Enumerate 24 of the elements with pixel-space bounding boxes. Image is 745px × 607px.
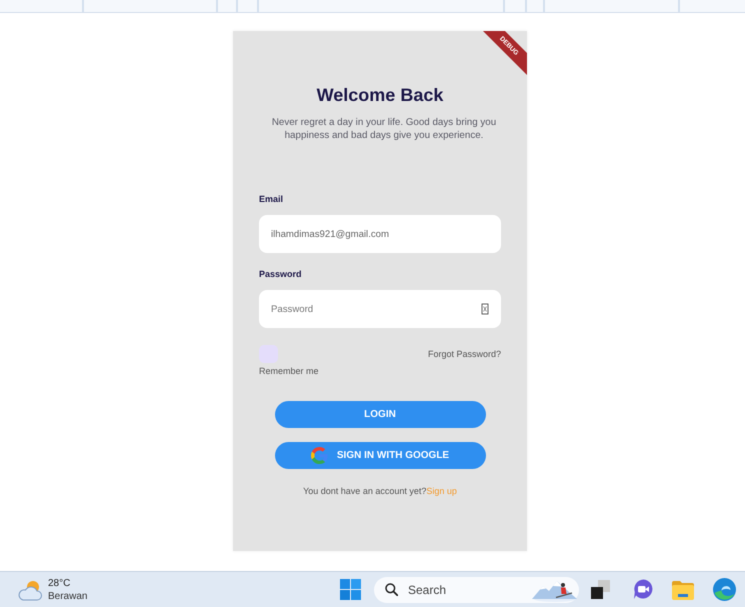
sign-up-link[interactable]: Sign up xyxy=(426,486,457,496)
search-icon xyxy=(385,583,398,596)
weather-condition: Berawan xyxy=(48,590,88,602)
login-button[interactable]: LOGIN xyxy=(274,401,486,428)
subtitle-text: Never regret a day in your life. Good days bring you happiness and bad days give you experience. xyxy=(270,116,498,142)
swirl-icon[interactable] xyxy=(713,578,736,601)
remember-me-label: Remember me xyxy=(259,365,319,377)
g-logo-icon xyxy=(310,447,328,464)
google-sign-in-button[interactable]: SIGN IN WITH GOOGLE xyxy=(274,442,486,469)
password-field[interactable]: Password xyxy=(259,290,501,328)
field-label: Email xyxy=(259,193,284,205)
signup-prompt: You dont have an account yet?Sign up xyxy=(302,485,458,497)
weather-temperature: 28°C xyxy=(48,576,72,590)
cloud-sun-icon[interactable] xyxy=(17,578,43,600)
four-squares-icon[interactable] xyxy=(340,579,361,600)
field-label: Password xyxy=(259,268,302,280)
welcome-title: Welcome Back xyxy=(316,84,444,107)
box-glyph-icon[interactable] xyxy=(481,303,489,315)
overlapping-squares-icon[interactable] xyxy=(590,579,611,600)
email-field[interactable]: ilhamdimas921@gmail.com xyxy=(259,215,501,253)
folder-icon[interactable] xyxy=(672,580,694,600)
video-chat-icon[interactable] xyxy=(633,579,654,600)
remember-checkbox[interactable] xyxy=(259,345,278,363)
forgot-password-link[interactable]: Forgot Password? xyxy=(428,348,501,360)
